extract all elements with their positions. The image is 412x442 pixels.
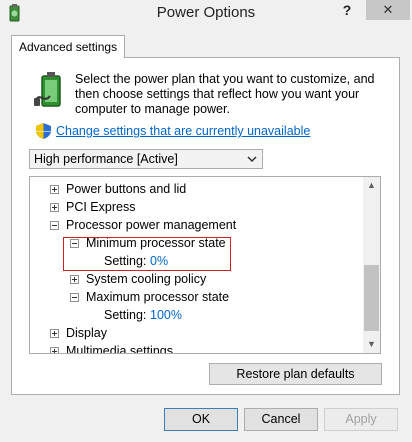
power-plan-value: High performance [Active] — [34, 152, 178, 166]
highlight-annotation — [63, 237, 231, 271]
scroll-up-icon[interactable]: ▲ — [363, 177, 380, 194]
title-bar: Power Options ? ✕ — [0, 0, 412, 30]
battery-icon — [34, 72, 61, 107]
expand-plus-icon[interactable] — [50, 347, 59, 353]
setting-label: Setting: — [104, 308, 147, 322]
settings-tree[interactable]: Power buttons and lid PCI Express Proces… — [29, 176, 381, 354]
chevron-down-icon — [247, 156, 257, 163]
cancel-button[interactable]: Cancel — [244, 408, 318, 431]
tree-item-label: Processor power management — [66, 218, 237, 232]
tree-item-label: System cooling policy — [86, 272, 207, 286]
tree-item-label: Multimedia settings — [66, 344, 173, 354]
expand-plus-icon[interactable] — [50, 185, 59, 194]
tree-item-label: Maximum processor state — [86, 290, 230, 304]
tree-item-label: Power buttons and lid — [66, 182, 187, 196]
tab-advanced-settings[interactable]: Advanced settings — [11, 35, 126, 58]
scroll-down-icon[interactable]: ▼ — [363, 336, 380, 353]
intro-text: Select the power plan that you want to c… — [75, 72, 375, 116]
tree-scrollbar[interactable]: ▲ ▼ — [363, 177, 380, 353]
expand-plus-icon[interactable] — [50, 203, 59, 212]
ok-button[interactable]: OK — [164, 408, 238, 431]
expand-plus-icon[interactable] — [70, 275, 79, 284]
restore-plan-defaults-button[interactable]: Restore plan defaults — [209, 363, 382, 385]
help-button[interactable]: ? — [336, 0, 358, 20]
change-settings-link[interactable]: Change settings that are currently unava… — [56, 124, 310, 138]
close-button[interactable]: ✕ — [366, 0, 410, 20]
tree-item-label: Display — [66, 326, 107, 340]
collapse-minus-icon[interactable] — [70, 293, 79, 302]
scrollbar-thumb[interactable] — [364, 265, 379, 331]
max-setting-value[interactable]: 100% — [150, 307, 182, 324]
collapse-minus-icon[interactable] — [50, 221, 59, 230]
apply-button[interactable]: Apply — [324, 408, 398, 431]
power-plan-dropdown[interactable]: High performance [Active] — [29, 149, 263, 169]
advanced-settings-panel: Select the power plan that you want to c… — [11, 57, 400, 395]
tree-item-label: PCI Express — [66, 200, 136, 214]
expand-plus-icon[interactable] — [50, 329, 59, 338]
uac-shield-icon — [36, 123, 51, 139]
